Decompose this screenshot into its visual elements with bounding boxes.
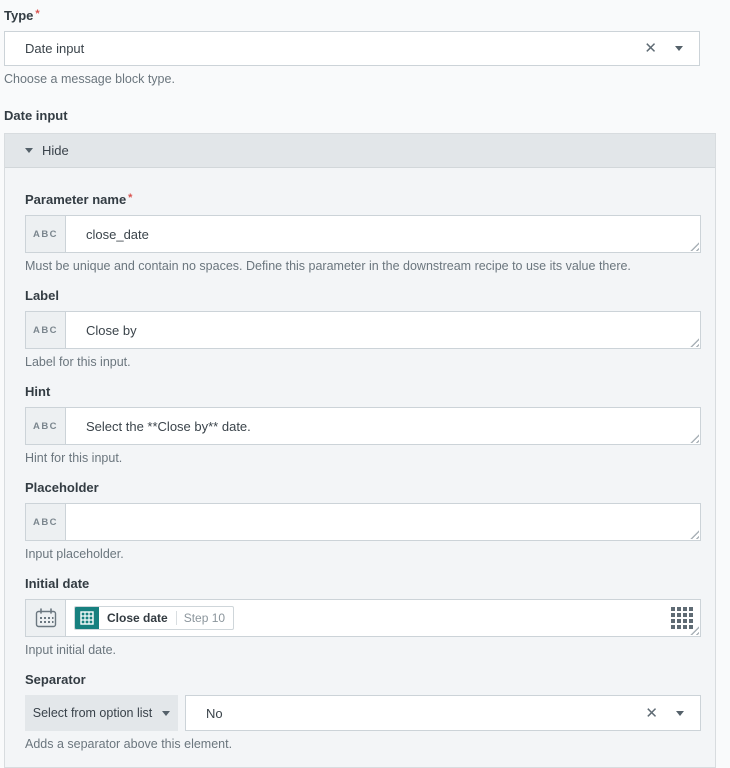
chevron-down-icon <box>25 148 33 153</box>
section-title: Date input <box>4 108 730 123</box>
placeholder-label: Placeholder <box>25 480 699 495</box>
input-mode-button-label: Select from option list <box>33 706 153 720</box>
parameter-name-help-text: Must be unique and contain no spaces. De… <box>25 259 699 273</box>
datapill-close-date[interactable]: Close date Step 10 <box>74 606 234 630</box>
label-input[interactable]: Close by <box>66 312 700 348</box>
input-mode-button[interactable]: Select from option list <box>25 695 178 731</box>
resize-grip-icon[interactable] <box>689 433 699 443</box>
separator-controls: Select from option list No ✕ <box>25 695 701 731</box>
placeholder-input[interactable] <box>66 504 700 540</box>
resize-grip-icon[interactable] <box>689 241 699 251</box>
datatree-toggle-icon[interactable] <box>671 607 693 629</box>
datapill-name: Close date <box>99 611 176 625</box>
hint-input-row: ABC Select the **Close by** date. <box>25 407 701 445</box>
parameter-name-input[interactable]: close_date <box>66 216 700 252</box>
text-type-indicator: ABC <box>26 504 66 540</box>
separator-field: Separator Select from option list No ✕ A… <box>25 672 699 751</box>
type-label: Type* <box>4 8 730 23</box>
initial-date-input-row: Close date Step 10 <box>25 599 701 637</box>
parameter-name-field: Parameter name* ABC close_date Must be u… <box>25 192 699 273</box>
parameter-name-label-text: Parameter name <box>25 192 126 207</box>
separator-help-text: Adds a separator above this element. <box>25 737 699 751</box>
clear-icon[interactable]: ✕ <box>633 702 670 725</box>
placeholder-help-text: Input placeholder. <box>25 547 699 561</box>
label-help-text: Label for this input. <box>25 355 699 369</box>
type-label-text: Type <box>4 8 33 23</box>
separator-label: Separator <box>25 672 699 687</box>
datapill-step: Step 10 <box>177 611 233 625</box>
label-input-row: ABC Close by <box>25 311 701 349</box>
hint-input[interactable]: Select the **Close by** date. <box>66 408 700 444</box>
hint-value: Select the **Close by** date. <box>86 419 251 434</box>
chevron-down-icon[interactable] <box>676 711 684 716</box>
type-select[interactable]: Date input ✕ <box>4 31 700 66</box>
clear-icon[interactable]: ✕ <box>632 37 669 60</box>
label-field: Label ABC Close by Label for this input. <box>25 288 699 369</box>
initial-date-input[interactable]: Close date Step 10 <box>66 600 700 636</box>
initial-date-help-text: Input initial date. <box>25 643 699 657</box>
table-grid-icon <box>75 606 99 630</box>
text-type-indicator: ABC <box>26 312 66 348</box>
date-input-panel: Hide Parameter name* ABC close_date Must… <box>4 133 716 768</box>
required-marker: * <box>128 192 132 204</box>
chevron-down-icon <box>162 711 170 716</box>
type-help-text: Choose a message block type. <box>4 72 730 86</box>
chevron-down-icon[interactable] <box>675 46 683 51</box>
hint-field: Hint ABC Select the **Close by** date. H… <box>25 384 699 465</box>
placeholder-input-row: ABC <box>25 503 701 541</box>
initial-date-field: Initial date <box>25 576 699 657</box>
message-block-config-form: Type* Date input ✕ Choose a message bloc… <box>0 0 730 768</box>
type-field: Type* Date input ✕ Choose a message bloc… <box>4 8 730 86</box>
separator-select[interactable]: No ✕ <box>185 695 701 731</box>
resize-grip-icon[interactable] <box>689 529 699 539</box>
hint-label: Hint <box>25 384 699 399</box>
collapse-toggle-label: Hide <box>42 143 69 158</box>
collapse-toggle[interactable]: Hide <box>5 134 715 168</box>
calendar-icon <box>26 600 66 636</box>
placeholder-field: Placeholder ABC Input placeholder. <box>25 480 699 561</box>
hint-help-text: Hint for this input. <box>25 451 699 465</box>
initial-date-label: Initial date <box>25 576 699 591</box>
type-select-value: Date input <box>25 41 632 56</box>
text-type-indicator: ABC <box>26 216 66 252</box>
parameter-name-value: close_date <box>86 227 149 242</box>
parameter-name-input-row: ABC close_date <box>25 215 701 253</box>
text-type-indicator: ABC <box>26 408 66 444</box>
parameter-name-label: Parameter name* <box>25 192 699 207</box>
label-value: Close by <box>86 323 137 338</box>
required-marker: * <box>35 8 39 20</box>
separator-select-value: No <box>206 706 633 721</box>
panel-body: Parameter name* ABC close_date Must be u… <box>5 168 715 767</box>
resize-grip-icon[interactable] <box>689 337 699 347</box>
label-label: Label <box>25 288 699 303</box>
